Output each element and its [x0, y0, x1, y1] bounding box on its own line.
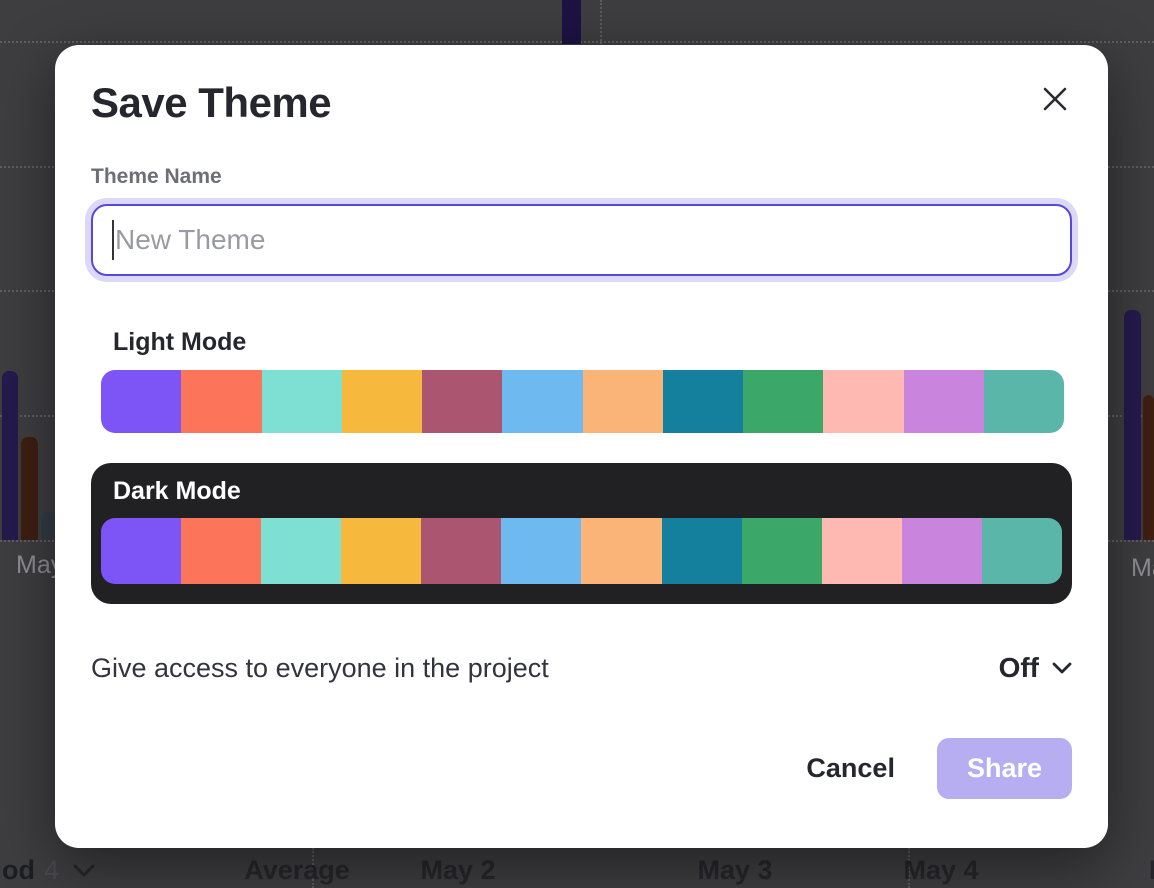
chart-bar — [1143, 395, 1154, 540]
chart-bar — [1124, 310, 1141, 540]
close-button[interactable] — [1040, 85, 1070, 115]
color-swatch — [902, 518, 982, 584]
color-swatch — [581, 518, 661, 584]
x-axis-label: May 3 — [697, 855, 772, 886]
access-value: Off — [999, 652, 1039, 684]
color-swatch — [742, 518, 822, 584]
x-axis-label: Ma — [1131, 554, 1154, 583]
color-swatch — [181, 518, 261, 584]
period-number: 4 — [44, 855, 59, 886]
x-axis-label: May 4 — [903, 855, 978, 886]
color-swatch — [502, 370, 582, 433]
color-swatch — [181, 370, 261, 433]
x-axis-label: May 5 — [1149, 855, 1154, 886]
text-caret — [112, 220, 114, 260]
dark-mode-palette[interactable] — [101, 518, 1062, 584]
access-row: Give access to everyone in the project O… — [91, 652, 1072, 684]
color-swatch — [663, 370, 743, 433]
color-swatch — [421, 518, 501, 584]
light-mode-label: Light Mode — [113, 328, 1072, 357]
cancel-button[interactable]: Cancel — [806, 753, 895, 784]
color-swatch — [422, 370, 502, 433]
color-swatch — [101, 370, 181, 433]
chart-bar — [562, 0, 581, 44]
theme-name-input[interactable] — [91, 204, 1072, 276]
dialog-title: Save Theme — [91, 79, 1072, 127]
close-icon — [1041, 85, 1069, 113]
dark-mode-panel: Dark Mode — [91, 463, 1072, 604]
chart-bar — [2, 371, 18, 540]
color-swatch — [501, 518, 581, 584]
color-swatch — [823, 370, 903, 433]
color-swatch — [342, 370, 422, 433]
light-mode-palette[interactable] — [101, 370, 1064, 433]
save-theme-dialog: Save Theme Theme Name Light Mode Dark Mo… — [55, 45, 1108, 848]
theme-name-label: Theme Name — [91, 165, 1072, 189]
access-label: Give access to everyone in the project — [91, 653, 549, 684]
x-axis-label: May 2 — [420, 855, 495, 886]
color-swatch — [583, 370, 663, 433]
chart-bar — [41, 512, 56, 540]
color-swatch — [904, 370, 984, 433]
chart-bar — [21, 437, 38, 540]
chevron-down-icon — [1052, 662, 1072, 674]
color-swatch — [743, 370, 823, 433]
share-button[interactable]: Share — [937, 738, 1072, 799]
color-swatch — [341, 518, 421, 584]
dark-mode-label: Dark Mode — [113, 477, 1062, 506]
access-dropdown[interactable]: Off — [999, 652, 1072, 684]
period-dropdown[interactable]: od 4 — [2, 855, 95, 886]
color-swatch — [984, 370, 1064, 433]
dialog-actions: Cancel Share — [91, 738, 1072, 799]
gridline — [600, 0, 602, 44]
color-swatch — [261, 518, 341, 584]
period-label: od — [2, 855, 35, 886]
theme-name-field — [91, 204, 1072, 276]
bottom-axis: od 4 Average May 2 May 3 May 4 May 5 — [0, 855, 1154, 888]
color-swatch — [982, 518, 1062, 584]
color-swatch — [662, 518, 742, 584]
color-swatch — [101, 518, 181, 584]
chevron-down-icon — [73, 864, 95, 877]
color-swatch — [822, 518, 902, 584]
color-swatch — [262, 370, 342, 433]
x-axis-label: Average — [244, 855, 350, 886]
